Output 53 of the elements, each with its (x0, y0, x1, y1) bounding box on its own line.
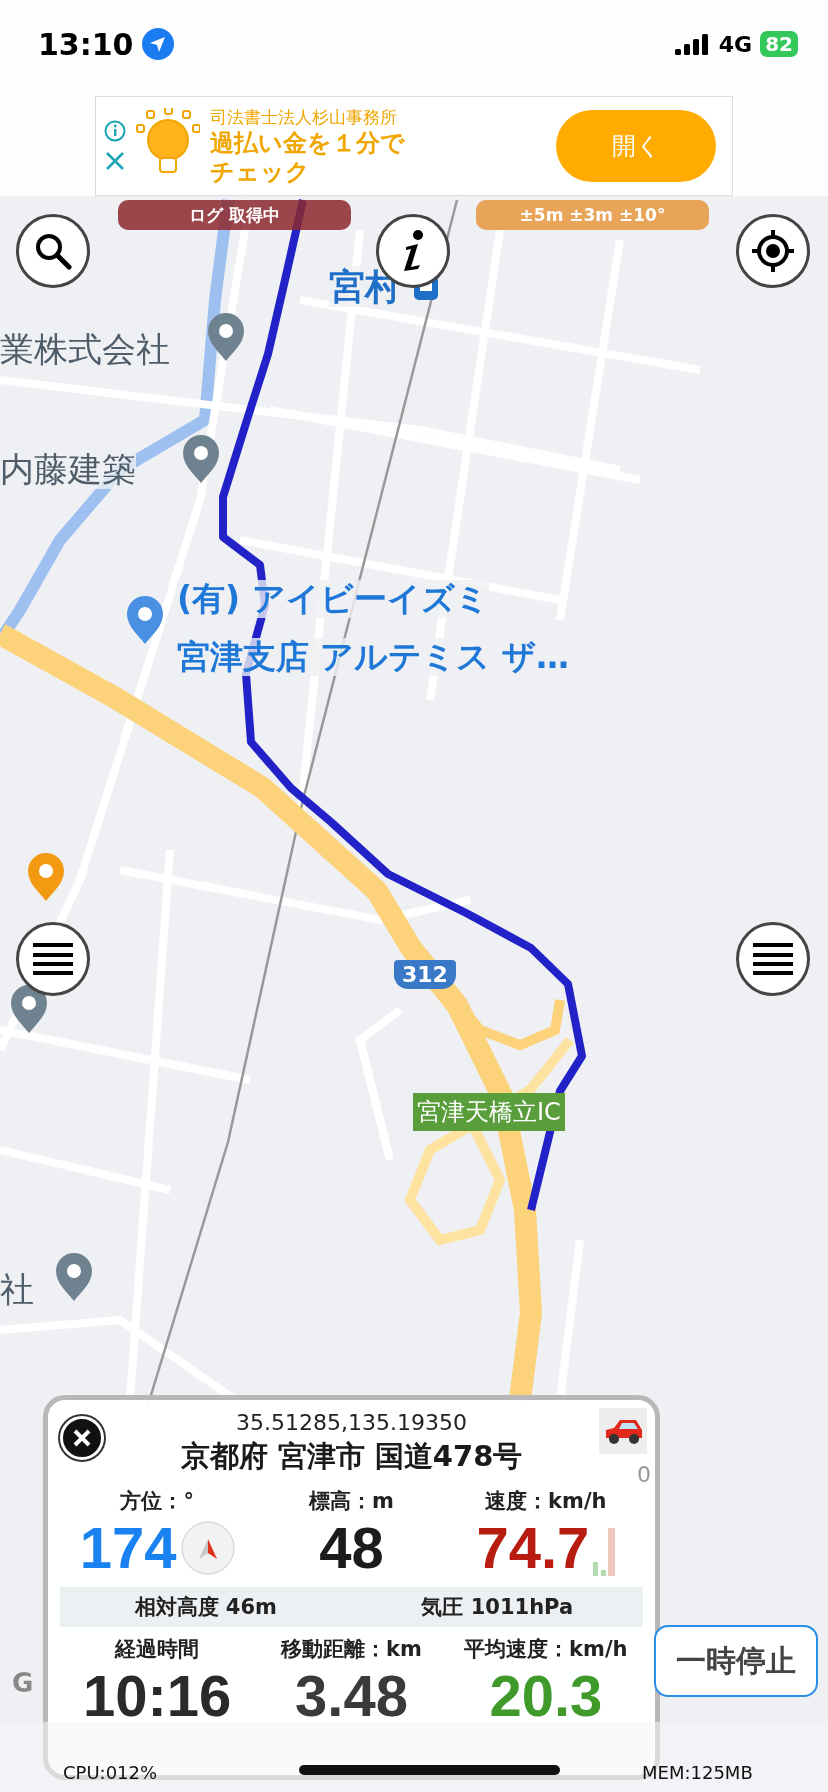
map-label: (有) アイビーイズミ (177, 580, 489, 618)
metric-value: 74.7 (476, 1515, 590, 1581)
clock-time: 13:10 (38, 26, 134, 62)
open-button[interactable]: 開く (556, 110, 716, 182)
metric-value: 174 (79, 1515, 177, 1581)
map-attribution: G (12, 1668, 34, 1698)
metric-label: 速度：km/h (485, 1488, 607, 1515)
pause-button[interactable]: 一時停止 (654, 1625, 818, 1697)
address: 京都府 宮津市 国道478号 (179, 1438, 524, 1475)
signal-icon (674, 33, 711, 55)
map-label: 宮津支店 アルテミス ザ… (177, 638, 569, 676)
vehicle-count: 0 (637, 1462, 651, 1487)
place-pin-icon (183, 435, 219, 483)
close-icon[interactable] (104, 150, 126, 172)
metric-label: 標高：m (309, 1488, 394, 1515)
route-shield: 312 (394, 960, 456, 989)
metric-value: 20.3 (489, 1663, 603, 1729)
place-pin-icon (208, 313, 244, 361)
menu-icon (751, 942, 795, 976)
close-button[interactable] (60, 1416, 104, 1460)
metric-value: 3.48 (295, 1663, 408, 1729)
metric-label: 移動距離：km (281, 1636, 422, 1663)
menu-icon (31, 942, 75, 976)
network-type: 4G (718, 31, 753, 57)
interchange-label: 宮津天橋立IC (413, 1093, 565, 1131)
vehicle-button[interactable] (599, 1408, 647, 1454)
metric-label: 方位：° (120, 1488, 194, 1515)
target-icon (750, 228, 796, 274)
info-icon[interactable] (104, 120, 126, 142)
battery-level: 82 (760, 31, 798, 57)
cpu-usage: CPU:012% (63, 1762, 158, 1783)
search-icon (33, 231, 73, 271)
shrine-pin-icon (56, 1253, 92, 1301)
ad-advertiser: 司法書士法人杉山事務所 (210, 105, 398, 129)
place-pin-icon (11, 985, 47, 1033)
shopping-pin-icon (127, 596, 163, 644)
ad-banner[interactable]: 司法書士法人杉山事務所 過払い金を１分で チェック 開く (95, 96, 733, 196)
ad-headline: 過払い金を１分で (210, 128, 406, 158)
metric-label: 平均速度：km/h (464, 1636, 628, 1663)
logging-status: ログ 取得中 (118, 200, 351, 230)
map-label: 内藤建築 (0, 450, 136, 490)
memory-usage: MEM:125MB (642, 1762, 753, 1783)
metric-value: 48 (319, 1515, 384, 1581)
cocktail-pin-icon (28, 853, 64, 901)
compass-icon (180, 1521, 235, 1575)
metric-value: 10:16 (83, 1663, 232, 1729)
accuracy-status: ±5m ±3m ±10° (476, 200, 709, 230)
coordinates: 35.51285,135.19350 (235, 1410, 468, 1435)
sub-info: 気圧 1011hPa (420, 1594, 575, 1621)
metric-label: 経過時間 (115, 1636, 200, 1663)
ad-headline: チェック (210, 157, 311, 187)
close-icon (72, 1428, 92, 1448)
sub-info: 相対高度 46m (133, 1594, 278, 1621)
